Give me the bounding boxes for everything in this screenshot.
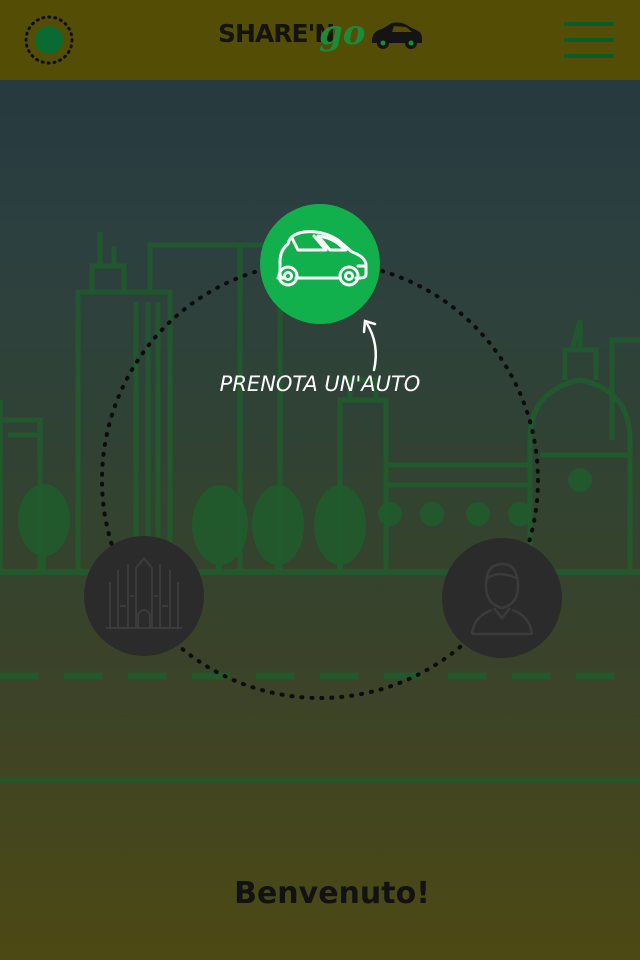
logo-text-go: go [319, 13, 366, 53]
user-profile-icon [470, 562, 534, 636]
logo-car-icon [372, 22, 422, 49]
duomo-cathedral-icon [106, 556, 182, 629]
welcome-text: Benvenuto! [234, 876, 430, 911]
hamburger-menu-icon [564, 22, 614, 58]
logo-text-share: SHARE'N [218, 19, 335, 48]
location-target-icon [24, 15, 74, 65]
sharengo-logo[interactable]: SHARE'N go [218, 13, 424, 63]
app-header: SHARE'N go [0, 0, 640, 80]
profile-button[interactable] [442, 538, 562, 658]
car-icon [276, 230, 368, 287]
book-car-label[interactable]: PRENOTA UN'AUTO [200, 372, 440, 396]
book-car-button[interactable] [260, 204, 380, 324]
curved-arrow-icon [362, 319, 377, 372]
city-skyline-illustration [0, 232, 640, 783]
city-button[interactable] [84, 536, 204, 656]
menu-button[interactable] [564, 22, 616, 58]
location-button[interactable] [24, 15, 74, 65]
